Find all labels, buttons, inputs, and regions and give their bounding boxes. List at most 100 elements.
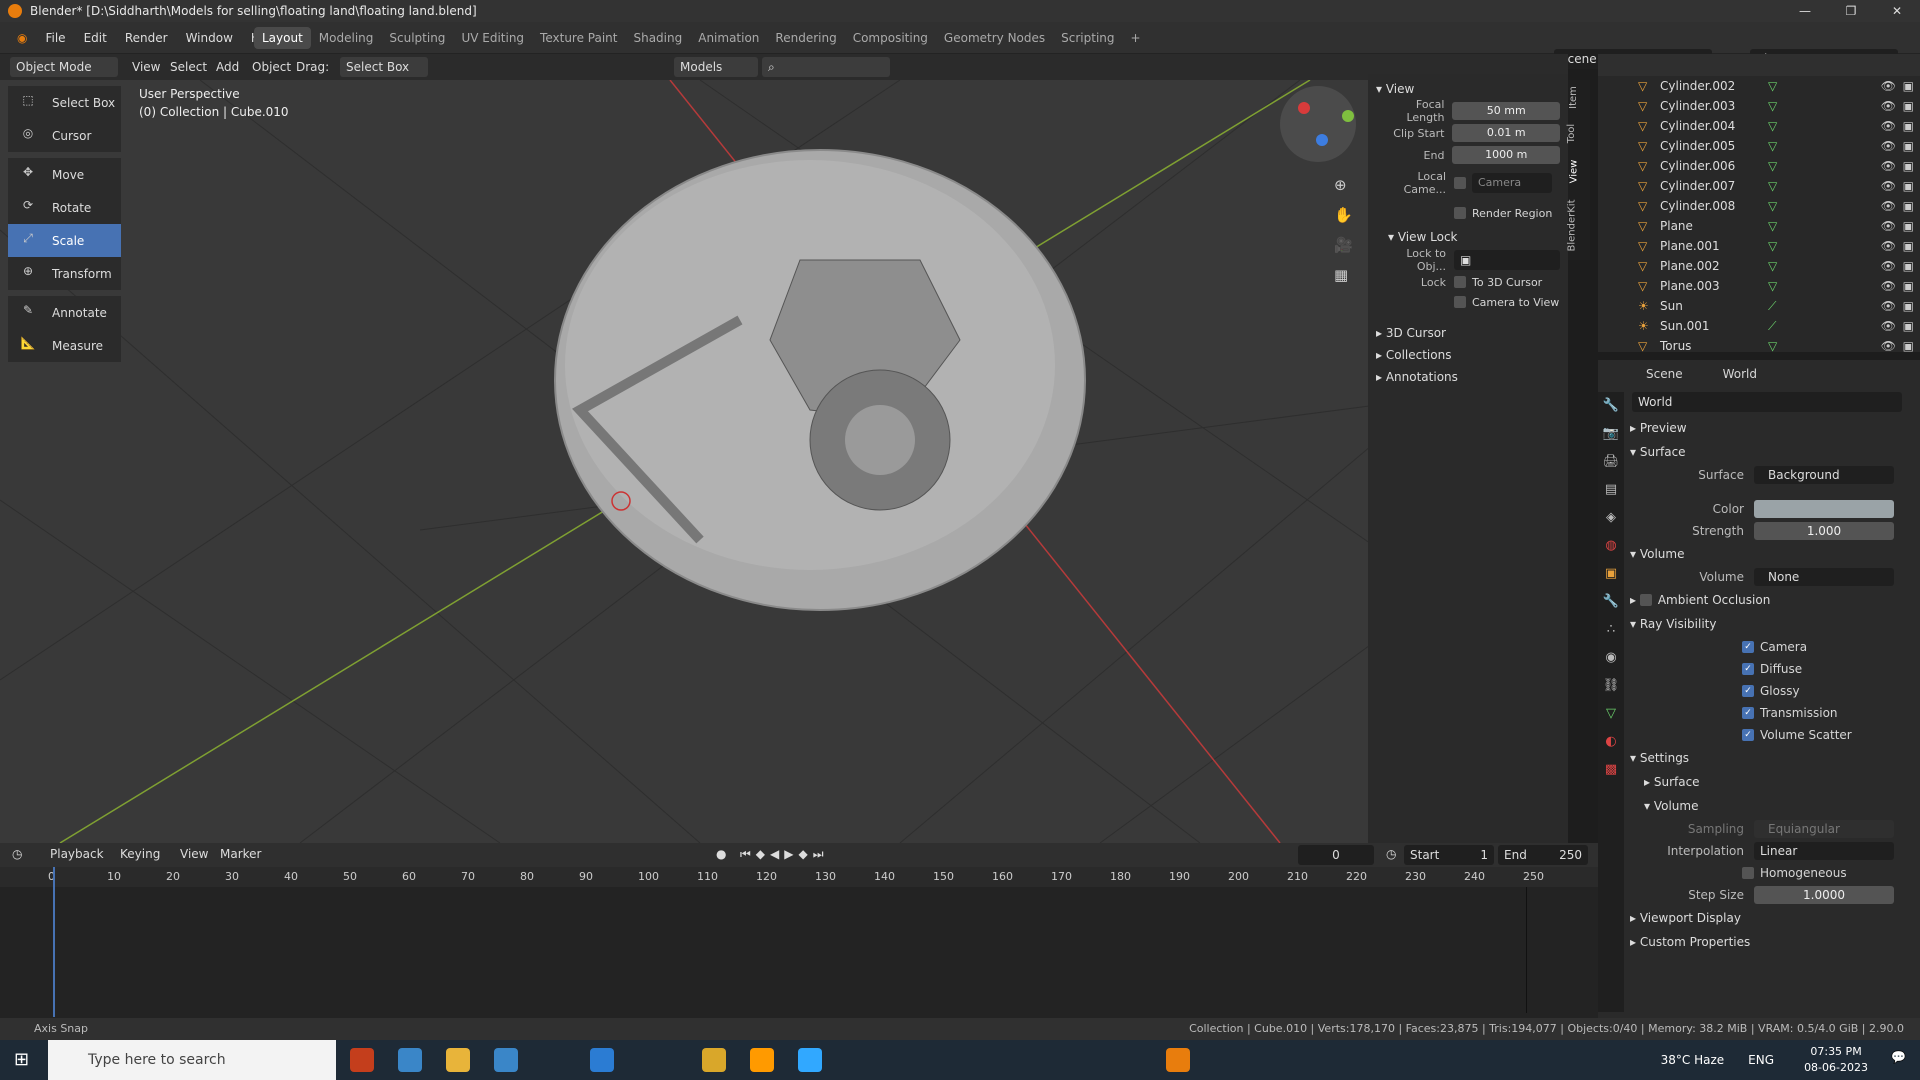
tab-uv-editing[interactable]: UV Editing <box>453 27 532 49</box>
settings-section[interactable]: ▾ Settings <box>1624 746 1920 770</box>
lock-cursor-checkbox[interactable] <box>1454 276 1466 288</box>
step-size-field[interactable]: 1.0000 <box>1754 886 1894 904</box>
ray-transmission-checkbox[interactable]: ✓ <box>1742 707 1754 719</box>
minimize-button[interactable]: — <box>1782 0 1828 22</box>
illustrator-icon[interactable] <box>750 1048 774 1072</box>
visibility-eye-icon[interactable]: 👁 <box>1881 179 1896 193</box>
output-tab-icon[interactable]: 🖨 <box>1598 448 1624 476</box>
render-camera-icon[interactable]: ▣ <box>1903 99 1914 113</box>
tool-cursor[interactable]: ◎ Cursor <box>8 119 121 152</box>
tool-scale[interactable]: ⤢ Scale <box>8 224 121 257</box>
mode-dropdown[interactable]: Object Mode <box>10 57 118 77</box>
physics-tab-icon[interactable]: ◉ <box>1598 644 1624 672</box>
tab-view[interactable]: View <box>1568 160 1579 184</box>
tool-select-box[interactable]: ⬚ Select Box <box>8 86 121 119</box>
visibility-eye-icon[interactable]: 👁 <box>1881 319 1896 333</box>
visibility-eye-icon[interactable]: 👁 <box>1881 119 1896 133</box>
render-camera-icon[interactable]: ▣ <box>1903 139 1914 153</box>
playback-controls[interactable]: ⏮◆◀▶◆⏭ <box>740 847 829 862</box>
view-layer-tab-icon[interactable]: ▤ <box>1598 476 1624 504</box>
tab-modeling[interactable]: Modeling <box>311 27 382 49</box>
windows-start-icon[interactable]: ⊞ <box>14 1049 29 1070</box>
visibility-eye-icon[interactable]: 👁 <box>1881 279 1896 293</box>
material-tab-icon[interactable]: ◐ <box>1598 728 1624 756</box>
tool-transform[interactable]: ⊕ Transform <box>8 257 121 290</box>
render-camera-icon[interactable]: ▣ <box>1903 279 1914 293</box>
current-frame-field[interactable]: 0 <box>1298 845 1374 865</box>
world-datablock-field[interactable]: World <box>1632 392 1902 412</box>
language-indicator[interactable]: ENG <box>1748 1053 1774 1067</box>
tab-scripting[interactable]: Scripting <box>1053 27 1122 49</box>
tab-geometry-nodes[interactable]: Geometry Nodes <box>936 27 1053 49</box>
preview-range-icon[interactable]: ◷ <box>1386 847 1396 861</box>
tool-rotate[interactable]: ⟳ Rotate <box>8 191 121 224</box>
render-camera-icon[interactable]: ▣ <box>1903 319 1914 333</box>
navigation-gizmo[interactable] <box>1280 86 1356 162</box>
taskbar-search-input[interactable]: Type here to search <box>48 1040 336 1080</box>
scene-breadcrumb[interactable]: Scene <box>1646 367 1683 381</box>
3d-viewport[interactable]: ⊕ ✋ 🎥 ▦ <box>0 80 1568 843</box>
grid-ortho-icon[interactable]: ▦ <box>1334 260 1353 290</box>
render-camera-icon[interactable]: ▣ <box>1903 219 1914 233</box>
visibility-eye-icon[interactable]: 👁 <box>1881 159 1896 173</box>
outliner-item[interactable]: ▽ Cylinder.008 ▽ 👁 ▣ <box>1598 196 1920 216</box>
visibility-eye-icon[interactable]: 👁 <box>1881 99 1896 113</box>
outliner-item[interactable]: ▽ Plane.001 ▽ 👁 ▣ <box>1598 236 1920 256</box>
tab-item[interactable]: Item <box>1568 86 1579 109</box>
ray-camera-checkbox[interactable]: ✓ <box>1742 641 1754 653</box>
word-icon[interactable] <box>590 1048 614 1072</box>
viewport-search-field[interactable]: ⌕ <box>762 57 890 77</box>
weather-widget[interactable]: 38°C Haze <box>1661 1053 1725 1067</box>
gizmo-y-icon[interactable] <box>1342 110 1354 122</box>
object-tab-icon[interactable]: ▣ <box>1598 560 1624 588</box>
camera-to-view-checkbox[interactable] <box>1454 296 1466 308</box>
outliner-item[interactable]: ▽ Cylinder.007 ▽ 👁 ▣ <box>1598 176 1920 196</box>
ambient-occlusion-section[interactable]: ▸ Ambient Occlusion <box>1624 588 1920 612</box>
collections-section[interactable]: ▸ Collections <box>1376 344 1560 366</box>
constraints-tab-icon[interactable]: ⛓ <box>1598 672 1624 700</box>
gizmo-x-icon[interactable] <box>1298 102 1310 114</box>
ray-volume-scatter-checkbox[interactable]: ✓ <box>1742 729 1754 741</box>
tool-annotate[interactable]: ✎ Annotate <box>8 296 121 329</box>
tab-sculpting[interactable]: Sculpting <box>381 27 453 49</box>
menu-edit[interactable]: Edit <box>75 31 116 45</box>
view-section-header[interactable]: ▾ View <box>1376 78 1560 100</box>
render-camera-icon[interactable]: ▣ <box>1903 79 1914 93</box>
photoshop-icon[interactable] <box>798 1048 822 1072</box>
pan-hand-icon[interactable]: ✋ <box>1334 200 1353 230</box>
file-explorer-icon[interactable] <box>446 1048 470 1072</box>
tab-layout[interactable]: Layout <box>254 27 311 49</box>
outliner-item[interactable]: ▽ Plane.002 ▽ 👁 ▣ <box>1598 256 1920 276</box>
volume-shader-field[interactable]: None <box>1754 568 1894 586</box>
tab-rendering[interactable]: Rendering <box>767 27 844 49</box>
editor-type-icon[interactable]: ◷ <box>12 847 22 861</box>
close-button[interactable]: ✕ <box>1874 0 1920 22</box>
tab-blenderkit[interactable]: BlenderKit <box>1567 200 1578 252</box>
surface-shader-field[interactable]: Background <box>1754 466 1894 484</box>
volume-section[interactable]: ▾ Volume <box>1624 542 1920 566</box>
visibility-eye-icon[interactable]: 👁 <box>1881 259 1896 273</box>
timeline-view-menu[interactable]: View <box>180 847 208 861</box>
outliner-item[interactable]: ▽ Torus ▽ 👁 ▣ <box>1598 336 1920 356</box>
powerpoint-icon[interactable] <box>350 1048 374 1072</box>
zoom-icon[interactable]: ⊕ <box>1334 170 1353 200</box>
tab-texture-paint[interactable]: Texture Paint <box>532 27 625 49</box>
keying-menu[interactable]: Keying <box>120 847 160 861</box>
maximize-button[interactable]: ❐ <box>1828 0 1874 22</box>
menu-window[interactable]: Window <box>177 31 242 45</box>
scene-tab-icon[interactable]: ◈ <box>1598 504 1624 532</box>
camera-field[interactable]: Camera <box>1472 173 1552 193</box>
add-menu[interactable]: Add <box>210 57 245 77</box>
local-camera-checkbox[interactable] <box>1454 177 1466 189</box>
render-camera-icon[interactable]: ▣ <box>1903 159 1914 173</box>
data-tab-icon[interactable]: ▽ <box>1598 700 1624 728</box>
collection-models-dropdown[interactable]: Models <box>674 57 758 77</box>
add-workspace-button[interactable]: + <box>1123 27 1149 49</box>
world-color-swatch[interactable] <box>1754 500 1894 518</box>
visibility-eye-icon[interactable]: 👁 <box>1881 339 1896 353</box>
playhead[interactable] <box>53 867 55 1017</box>
marker-menu[interactable]: Marker <box>220 847 261 861</box>
outliner-item[interactable]: ▽ Cylinder.002 ▽ 👁 ▣ <box>1598 76 1920 96</box>
3d-cursor-section[interactable]: ▸ 3D Cursor <box>1376 322 1560 344</box>
render-region-checkbox[interactable] <box>1454 207 1466 219</box>
